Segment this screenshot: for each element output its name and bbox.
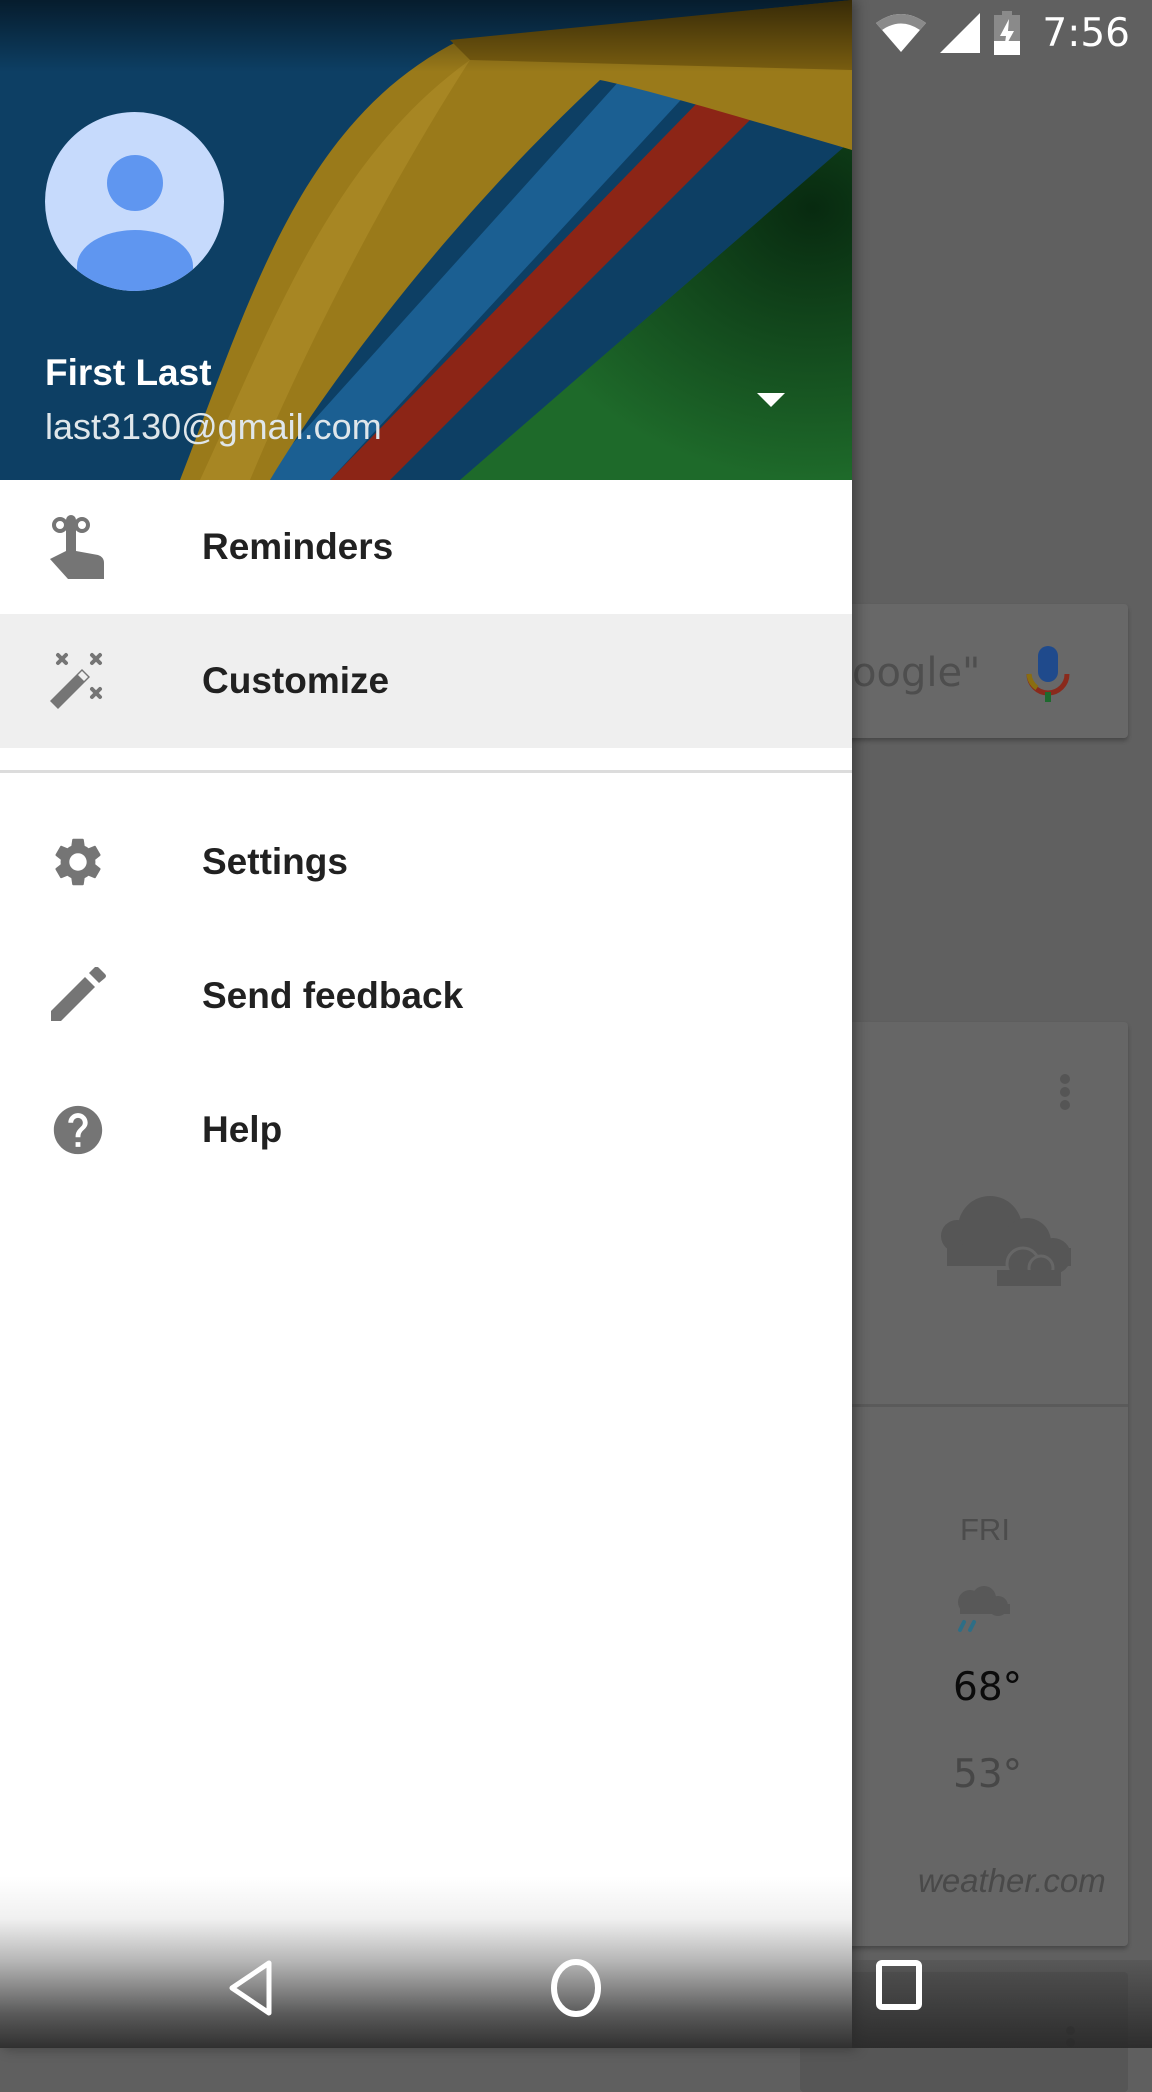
menu-item-label: Send feedback [202,975,464,1016]
more-vert-icon [1066,2026,1076,2052]
menu-item-send-feedback[interactable]: Send feedback [0,929,852,1063]
pencil-icon [46,964,110,1028]
menu-item-label: Reminders [202,526,394,567]
reminder-finger-icon [46,515,110,579]
avatar-head [107,155,163,211]
recents-button[interactable] [876,1960,924,2010]
menu-item-label: Settings [202,841,348,882]
menu-item-settings[interactable]: Settings [0,795,852,929]
status-time: 7:56 [1042,10,1130,56]
cell-signal-icon [940,13,981,53]
menu-item-label: Customize [202,660,390,701]
account-email: last3130@gmail.com [45,406,382,447]
menu-divider [0,770,852,773]
home-button[interactable] [549,1958,603,2018]
avatar[interactable] [45,112,224,291]
menu-item-help[interactable]: Help [0,1063,852,1197]
navigation-drawer: First Last last3130@gmail.com Reminders [0,0,852,2048]
back-button[interactable] [226,1958,276,2018]
menu-item-customize[interactable]: Customize [0,614,852,748]
menu-item-label: Help [202,1109,283,1150]
battery-charging-icon [994,11,1021,55]
wifi-icon [876,14,927,52]
status-bar: 7:56 [0,0,1152,66]
cloudy-icon [941,1196,1071,1286]
rain-cloud-icon [958,1586,1010,1632]
drawer-menu: Reminders Customize Settings Send feedba… [0,480,852,1197]
forecast-high-temp: 68° [953,1665,1023,1710]
more-vert-icon [1060,1074,1072,1110]
account-name: First Last [45,352,212,393]
account-header: First Last last3130@gmail.com [0,0,852,480]
forecast-day: FRI [960,1512,1010,1547]
weather-source-link: weather.com [918,1862,1106,1899]
forecast-low-temp: 53° [953,1752,1023,1797]
help-circle-icon [46,1098,110,1162]
magic-wand-icon [46,649,110,713]
avatar-body [77,230,193,291]
arrow-drop-down-icon[interactable] [757,393,785,407]
gear-icon [46,830,110,894]
microphone-icon [1026,646,1070,702]
menu-item-reminders[interactable]: Reminders [0,480,852,614]
search-hint-text: oogle" [852,650,981,696]
